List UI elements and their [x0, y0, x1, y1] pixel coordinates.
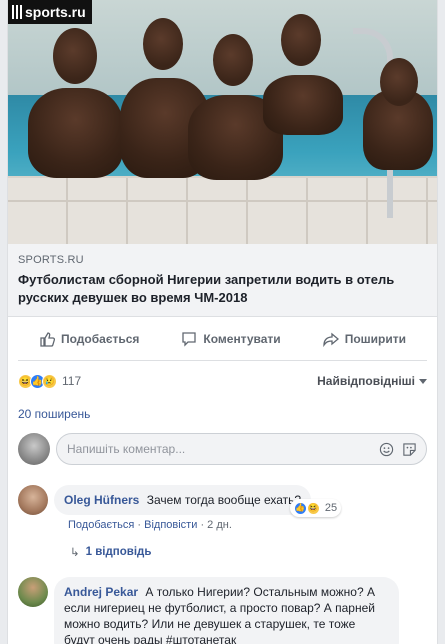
comment-input[interactable]	[67, 442, 372, 456]
reaction-summary[interactable]: 😆 👍 😢 117	[18, 373, 81, 389]
comment-composer	[8, 427, 437, 471]
comment-bubble: Andrej Pekar А только Нигерии? Остальным…	[54, 577, 399, 644]
comment-bubble: Oleg Hüfners Зачем тогда вообще ехать? 👍…	[54, 485, 342, 517]
share-arrow-icon	[323, 332, 339, 347]
sticker-icon[interactable]	[400, 440, 418, 458]
like-label: Подобається	[61, 331, 140, 346]
reactions-bar: 😆 👍 😢 117 Найвідповідніші	[18, 361, 427, 401]
comment-meta: Подобається · Відповісти · 2 дн.	[68, 519, 232, 531]
comment-author[interactable]: Oleg Hüfners	[64, 493, 139, 507]
post-actions: Подобається Коментувати Поширити	[18, 317, 427, 361]
post-card: sports.ru SPORTS.RU Футболистам сборной …	[7, 0, 438, 644]
view-replies-link[interactable]: ↳ 1 відповідь	[8, 531, 437, 559]
like-button[interactable]: Подобається	[39, 331, 139, 347]
comment-reply-link[interactable]: Відповісти	[144, 519, 197, 531]
like-reaction-icon: 👍	[293, 501, 307, 515]
share-label: Поширити	[344, 331, 406, 346]
shares-link[interactable]: 20 поширень	[18, 401, 427, 427]
sports-ru-logo: sports.ru	[8, 0, 92, 24]
player-head	[143, 18, 183, 70]
comment-item: Andrej Pekar А только Нигерии? Остальным…	[8, 571, 437, 644]
comment-time[interactable]: 2 дн.	[207, 519, 232, 531]
sort-label: Найвідповідніші	[317, 374, 415, 388]
comment-like-link[interactable]: Подобається	[68, 519, 134, 531]
emoji-icon[interactable]	[377, 440, 395, 458]
reply-arrow-icon: ↳	[70, 547, 80, 559]
chevron-down-icon	[419, 378, 427, 384]
comment-item: Oleg Hüfners Зачем тогда вообще ехать? 👍…	[8, 479, 437, 517]
comment-reaction-count: 25	[324, 502, 338, 514]
comment-reactions[interactable]: 👍 😆 25	[289, 499, 342, 517]
avatar[interactable]	[18, 433, 50, 465]
player-head	[213, 34, 253, 86]
sad-reaction-icon: 😢	[42, 373, 57, 389]
player-head	[380, 58, 418, 106]
avatar[interactable]	[18, 485, 48, 515]
replies-label: 1 відповідь	[85, 546, 152, 558]
comment-text: Зачем тогда вообще ехать?	[146, 493, 302, 507]
player-head	[281, 14, 321, 66]
avatar[interactable]	[18, 577, 48, 607]
thumbs-up-icon	[40, 331, 55, 347]
comment-sort-dropdown[interactable]: Найвідповідніші	[317, 374, 427, 388]
player-figure	[28, 88, 123, 178]
comment-author[interactable]: Andrej Pekar	[64, 585, 138, 599]
comment-button[interactable]: Коментувати	[181, 331, 281, 347]
comment-input-wrapper	[56, 433, 427, 465]
reaction-count[interactable]: 117	[62, 374, 81, 388]
comment-label: Коментувати	[203, 331, 281, 346]
link-domain: SPORTS.RU	[18, 254, 84, 266]
haha-reaction-icon: 😆	[306, 501, 320, 515]
comment-icon	[182, 331, 197, 347]
link-headline[interactable]: Футболистам сборной Нигерии запретили во…	[18, 271, 427, 307]
link-preview[interactable]: SPORTS.RU Футболистам сборной Нигерии за…	[8, 244, 437, 317]
player-head	[53, 28, 97, 84]
post-image[interactable]: sports.ru	[8, 0, 437, 244]
player-figure	[263, 75, 343, 135]
share-button[interactable]: Поширити	[323, 331, 406, 347]
